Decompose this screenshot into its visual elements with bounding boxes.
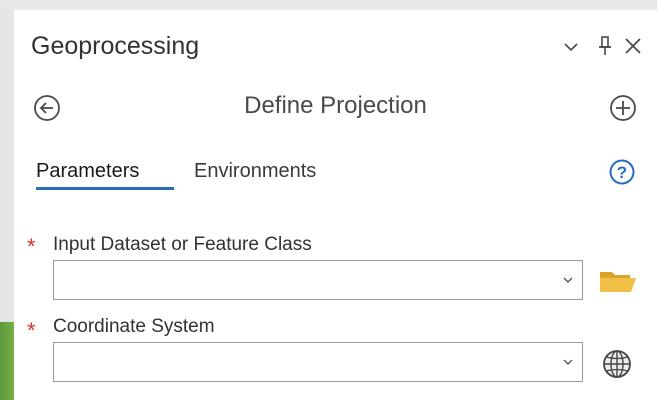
background-top-strip <box>0 0 657 10</box>
tool-title: Define Projection <box>244 92 427 119</box>
help-icon[interactable]: ? <box>608 158 636 186</box>
required-marker: * <box>27 318 36 343</box>
chevron-down-icon[interactable] <box>562 356 574 368</box>
input-dataset-field[interactable] <box>60 262 554 300</box>
coordinate-system-label: Coordinate System <box>53 316 215 337</box>
tab-environments[interactable]: Environments <box>194 160 316 183</box>
coordinate-system-field[interactable] <box>60 344 554 382</box>
close-icon[interactable] <box>621 34 645 58</box>
tab-parameters[interactable]: Parameters <box>36 160 139 183</box>
folder-icon[interactable] <box>598 268 638 294</box>
pane-title: Geoprocessing <box>31 32 200 60</box>
background-map-edge <box>0 322 14 400</box>
chevron-down-icon[interactable] <box>562 274 574 286</box>
geoprocessing-pane: Geoprocessing Define Projection Paramete… <box>14 10 657 400</box>
required-marker: * <box>27 234 36 259</box>
coordinate-system-dropdown[interactable] <box>53 342 583 382</box>
globe-icon[interactable] <box>600 347 634 381</box>
input-dataset-label: Input Dataset or Feature Class <box>53 234 312 255</box>
pin-icon[interactable] <box>596 34 614 58</box>
active-tab-indicator <box>36 187 174 190</box>
input-dataset-dropdown[interactable] <box>53 260 583 300</box>
chevron-down-icon[interactable] <box>562 40 580 54</box>
svg-text:?: ? <box>617 163 627 182</box>
add-icon[interactable] <box>608 93 638 123</box>
